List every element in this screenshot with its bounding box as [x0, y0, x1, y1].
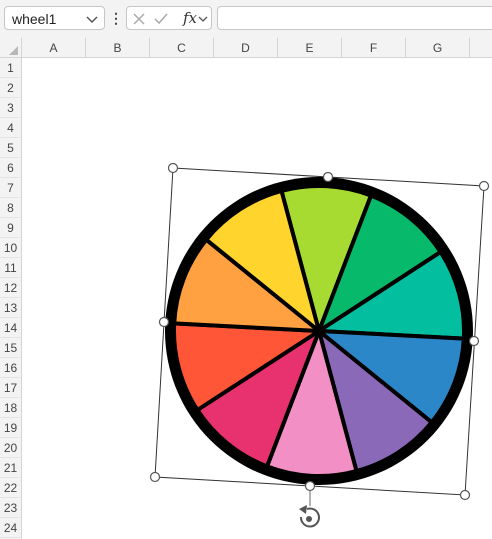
rotate-icon[interactable] [299, 505, 320, 528]
resize-handle-bottom-left[interactable] [149, 471, 161, 483]
wheel-shape[interactable] [0, 0, 492, 539]
resize-handle-left[interactable] [158, 316, 170, 328]
resize-handle-top-right[interactable] [478, 180, 490, 192]
resize-handle-top-left[interactable] [167, 162, 179, 174]
resize-handle-top[interactable] [322, 171, 334, 183]
resize-handle-bottom-right[interactable] [459, 489, 471, 501]
resize-handle-right[interactable] [468, 335, 480, 347]
resize-handle-bottom[interactable] [304, 480, 316, 492]
wheel-hub [316, 328, 322, 334]
